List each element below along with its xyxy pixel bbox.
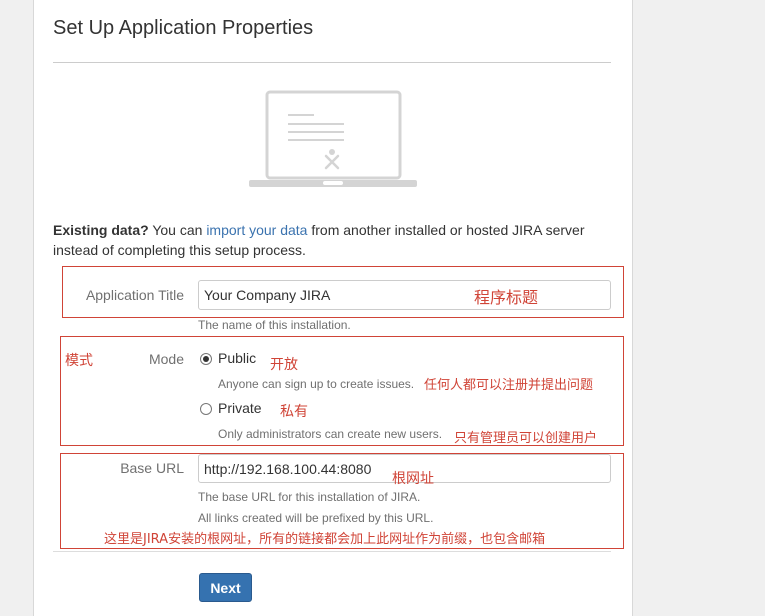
laptop-illustration-icon: [249, 90, 417, 187]
mode-public-annotation: 开放: [270, 357, 298, 373]
app-title-annotation: 程序标题: [474, 288, 539, 307]
base-url-description-1: The base URL for this installation of JI…: [198, 490, 421, 504]
page-title: Set Up Application Properties: [53, 17, 314, 39]
base-url-label: Base URL: [120, 460, 184, 476]
mode-public-description-annotation: 任何人都可以注册并提出问题: [424, 378, 594, 393]
mode-private-annotation: 私有: [280, 404, 308, 420]
divider: [53, 62, 611, 63]
next-button[interactable]: Next: [199, 573, 252, 602]
mode-public-radio[interactable]: [200, 353, 212, 365]
base-url-annotation: 根网址: [392, 471, 434, 487]
mode-private-radio[interactable]: [200, 403, 212, 415]
mode-public-label[interactable]: Public: [218, 350, 256, 366]
mode-public-description: Anyone can sign up to create issues.: [218, 377, 415, 391]
mode-private-description-annotation: 只有管理员可以创建用户: [454, 431, 598, 446]
app-title-label: Application Title: [85, 287, 184, 303]
mode-private-label[interactable]: Private: [218, 400, 262, 416]
base-url-description-2: All links created will be prefixed by th…: [198, 511, 434, 525]
mode-private-description: Only administrators can create new users…: [218, 427, 443, 441]
app-title-description: The name of this installation.: [198, 318, 351, 332]
form-divider: [53, 551, 611, 552]
mode-annotation: 模式: [65, 353, 93, 369]
base-url-note: 这里是JIRA安装的根网址，所有的链接都会加上此网址作为前缀，也包含邮箱: [104, 532, 546, 547]
app-title-input[interactable]: [198, 280, 611, 310]
existing-data-text: Existing data? You can import your data …: [53, 222, 585, 258]
setup-panel: Set Up Application Properties Existing d…: [33, 0, 633, 616]
import-data-link[interactable]: import your data: [206, 222, 307, 238]
mode-label: Mode: [148, 351, 184, 367]
